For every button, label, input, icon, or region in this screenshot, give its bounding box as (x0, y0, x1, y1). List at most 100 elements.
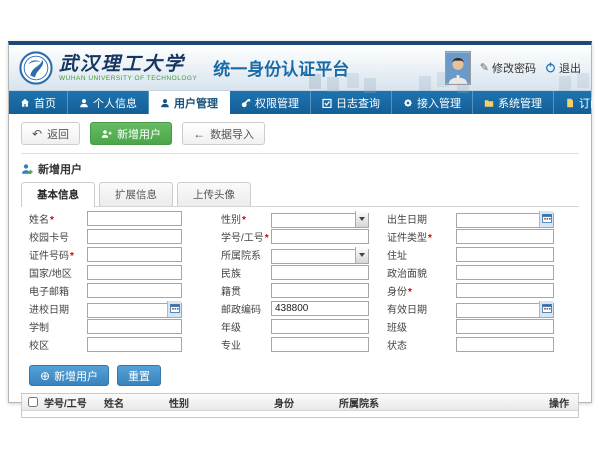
key-icon (241, 98, 251, 108)
app-header: 武汉理工大学 WUHAN UNIVERSITY OF TECHNOLOGY 统一… (9, 45, 591, 91)
field-label: 电子邮箱 (29, 287, 69, 298)
tab-bar: 基本信息 扩展信息 上传头像 (21, 182, 579, 207)
campus-card-input[interactable] (87, 229, 182, 244)
field-label: 国家/地区 (29, 269, 72, 280)
nav-item-access-management[interactable]: 接入管理 (392, 91, 473, 114)
student-id-input[interactable] (271, 229, 369, 244)
calendar-icon[interactable] (539, 301, 553, 317)
document-icon (565, 98, 575, 108)
form-column-1: 姓名* 校园卡号 证件号码* 国家/地区 电子邮箱 进校日期 学制 校区 (29, 211, 182, 355)
select-all-checkbox[interactable] (28, 397, 38, 407)
id-number-input[interactable] (87, 247, 182, 262)
campus-input[interactable] (87, 337, 182, 352)
required-mark: * (70, 251, 74, 262)
field-label: 班级 (387, 323, 407, 334)
postal-code-input[interactable] (271, 301, 369, 316)
address-input[interactable] (456, 247, 554, 262)
form-column-2: 性别* 学号/工号* 所属院系 民族 籍贯 邮政编码 年级 专业 (221, 211, 369, 355)
field-label: 校区 (29, 341, 49, 352)
status-input[interactable] (456, 337, 554, 352)
field-label: 所属院系 (221, 251, 261, 262)
column-header-operation: 操作 (547, 395, 578, 410)
field-label: 身份 (387, 287, 407, 298)
email-input[interactable] (87, 283, 182, 298)
home-icon (20, 98, 30, 108)
platform-title: 统一身份认证平台 (213, 55, 349, 80)
nav-item-log-query[interactable]: 日志查询 (311, 91, 392, 114)
nav-item-home[interactable]: 首页 (9, 91, 68, 114)
name-input[interactable] (87, 211, 182, 226)
required-mark: * (265, 233, 269, 244)
field-label: 年级 (221, 323, 241, 334)
university-name-en: WUHAN UNIVERSITY OF TECHNOLOGY (59, 75, 197, 82)
person-icon (160, 98, 170, 108)
calendar-icon[interactable] (539, 211, 553, 227)
university-logo-icon (19, 51, 53, 85)
data-import-button[interactable]: ← 数据导入 (182, 122, 265, 145)
university-name: 武汉理工大学 (59, 54, 197, 74)
field-label: 民族 (221, 269, 241, 280)
plus-circle-icon: ⊕ (40, 370, 50, 382)
field-label: 住址 (387, 251, 407, 262)
required-mark: * (428, 233, 432, 244)
toolbar: ↶ 返回 新增用户 ← 数据导入 (21, 122, 579, 145)
logout-link[interactable]: 退出 (545, 60, 581, 76)
ethnicity-input[interactable] (271, 265, 369, 280)
add-user-button[interactable]: 新增用户 (90, 122, 172, 145)
nav-item-user-management[interactable]: 用户管理 (149, 91, 230, 114)
nav-item-system-management[interactable]: 系统管理 (473, 91, 554, 114)
form-column-3: 出生日期 证件类型* 住址 政治面貌 身份* 有效日期 班级 状态 (387, 211, 554, 355)
change-password-link[interactable]: ✎ 修改密码 (480, 60, 536, 76)
tab-upload-avatar[interactable]: 上传头像 (177, 182, 251, 206)
column-header-gender: 性别 (167, 395, 272, 410)
field-label: 专业 (221, 341, 241, 352)
column-header-identity: 身份 (272, 395, 337, 410)
class-input[interactable] (456, 319, 554, 334)
table-header-row: 学号/工号 姓名 性别 身份 所属院系 操作 (22, 394, 578, 411)
reset-button[interactable]: 重置 (117, 365, 161, 386)
field-label: 进校日期 (29, 305, 69, 316)
column-header-student-id: 学号/工号 (42, 395, 102, 410)
required-mark: * (50, 215, 54, 226)
new-user-form: 姓名* 校园卡号 证件号码* 国家/地区 电子邮箱 进校日期 学制 校区 性别*… (21, 211, 579, 357)
field-label: 学制 (29, 323, 49, 334)
calendar-icon[interactable] (167, 301, 181, 317)
section-title: 新增用户 (21, 161, 579, 177)
education-length-input[interactable] (87, 319, 182, 334)
chevron-down-icon[interactable] (355, 247, 368, 263)
user-box: ✎ 修改密码 退出 (445, 51, 581, 85)
column-header-name: 姓名 (102, 395, 167, 410)
required-mark: * (242, 215, 246, 226)
column-header-department: 所属院系 (337, 395, 547, 410)
field-label: 邮政编码 (221, 305, 261, 316)
logout-label: 退出 (559, 60, 581, 76)
main-nav: 首页 个人信息 用户管理 权限管理 日志查询 接入管理 系统管理 订阅管理 (9, 91, 591, 114)
back-button[interactable]: ↶ 返回 (21, 122, 80, 145)
field-label: 状态 (387, 341, 407, 352)
grade-input[interactable] (271, 319, 369, 334)
change-password-label: 修改密码 (492, 60, 536, 76)
field-label: 校园卡号 (29, 233, 69, 244)
import-arrow-icon: ← (193, 128, 205, 140)
nav-item-subscription-management[interactable]: 订阅管理 (554, 91, 600, 114)
form-actions: ⊕ 新增用户 重置 (21, 365, 579, 386)
tab-basic-info[interactable]: 基本信息 (21, 182, 95, 207)
field-label: 出生日期 (387, 215, 427, 226)
field-label: 证件类型 (387, 233, 427, 244)
log-check-icon (322, 98, 332, 108)
identity-input[interactable] (456, 283, 554, 298)
table-empty-row (22, 411, 578, 417)
id-type-input[interactable] (456, 229, 554, 244)
gear-icon (403, 98, 413, 108)
native-place-input[interactable] (271, 283, 369, 298)
nav-item-permission-management[interactable]: 权限管理 (230, 91, 311, 114)
submit-add-user-button[interactable]: ⊕ 新增用户 (29, 365, 109, 386)
political-status-input[interactable] (456, 265, 554, 280)
chevron-down-icon[interactable] (355, 211, 368, 227)
app-window: 武汉理工大学 WUHAN UNIVERSITY OF TECHNOLOGY 统一… (8, 41, 592, 403)
major-input[interactable] (271, 337, 369, 352)
field-label: 姓名 (29, 215, 49, 226)
country-region-input[interactable] (87, 265, 182, 280)
nav-item-personal-info[interactable]: 个人信息 (68, 91, 149, 114)
tab-extended-info[interactable]: 扩展信息 (99, 182, 173, 206)
